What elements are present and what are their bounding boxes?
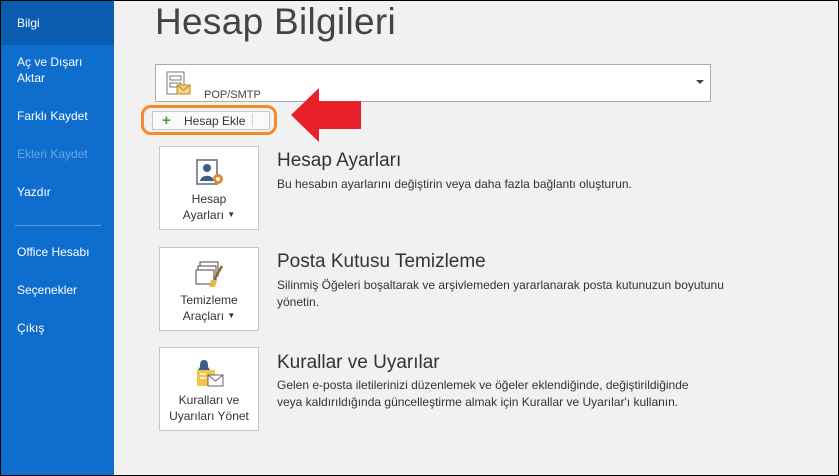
nav-label: Aç ve Dışarı Aktar bbox=[17, 55, 83, 85]
tile-label: Kuralları ve Uyarıları Yönet bbox=[169, 393, 249, 423]
page-title: Hesap Bilgileri bbox=[155, 1, 396, 42]
nav-divider bbox=[15, 225, 101, 226]
button-divider bbox=[252, 114, 253, 127]
section-description: Gelen e-posta iletilerinizi düzenlemek v… bbox=[277, 378, 689, 409]
nav-options[interactable]: Seçenekler bbox=[1, 282, 114, 298]
section-title: Posta Kutusu Temizleme bbox=[277, 251, 486, 272]
tile-label: Temizleme Araçları ▼ bbox=[180, 293, 238, 323]
nav-label: Office Hesabı bbox=[17, 245, 90, 259]
nav-exit[interactable]: Çıkış bbox=[1, 320, 114, 336]
nav-label: Ekleri Kaydet bbox=[17, 147, 88, 161]
nav-save-as[interactable]: Farklı Kaydet bbox=[1, 108, 114, 124]
chevron-down-icon bbox=[696, 80, 704, 84]
rules-alerts-icon bbox=[197, 360, 224, 387]
section-description: Silinmiş Öğeleri boşaltarak ve arşivleme… bbox=[277, 278, 724, 309]
rules-alerts-tile[interactable]: Kuralları ve Uyarıları Yönet bbox=[159, 347, 259, 431]
nav-print[interactable]: Yazdır bbox=[1, 184, 114, 200]
nav-label: Bilgi bbox=[17, 16, 40, 30]
red-arrow-icon bbox=[291, 88, 361, 142]
nav-bilgi[interactable]: Bilgi bbox=[1, 1, 114, 45]
nav-label: Çıkış bbox=[17, 321, 45, 335]
app-window: Bilgi Aç ve Dışarı Aktar Farklı Kaydet E… bbox=[1, 1, 838, 475]
account-name: POP/SMTP bbox=[204, 89, 261, 101]
account-settings-icon bbox=[196, 159, 223, 185]
nav-label: Yazdır bbox=[17, 185, 51, 199]
section-description: Bu hesabın ayarlarını değiştirin veya da… bbox=[277, 177, 632, 191]
nav-label: Seçenekler bbox=[17, 283, 78, 297]
add-account-button[interactable]: + Hesap Ekle bbox=[152, 111, 270, 130]
nav-label: Farklı Kaydet bbox=[17, 109, 88, 123]
nav-save-attachments: Ekleri Kaydet bbox=[1, 146, 114, 162]
nav-open-export[interactable]: Aç ve Dışarı Aktar bbox=[1, 54, 91, 86]
tile-label: Hesap Ayarları ▼ bbox=[182, 192, 236, 222]
backstage-sidebar: Bilgi Aç ve Dışarı Aktar Farklı Kaydet E… bbox=[1, 1, 114, 475]
account-settings-tile[interactable]: Hesap Ayarları ▼ bbox=[159, 146, 259, 230]
section-title: Kurallar ve Uyarılar bbox=[277, 352, 440, 373]
plus-icon: + bbox=[162, 112, 171, 129]
mailbox-icon bbox=[166, 71, 191, 95]
account-selector[interactable]: POP/SMTP bbox=[155, 64, 711, 102]
nav-office-account[interactable]: Office Hesabı bbox=[1, 244, 114, 260]
cleanup-tools-tile[interactable]: Temizleme Araçları ▼ bbox=[159, 247, 259, 331]
add-account-label: Hesap Ekle bbox=[184, 114, 246, 128]
cleanup-tools-icon bbox=[195, 261, 224, 287]
section-title: Hesap Ayarları bbox=[277, 150, 402, 171]
